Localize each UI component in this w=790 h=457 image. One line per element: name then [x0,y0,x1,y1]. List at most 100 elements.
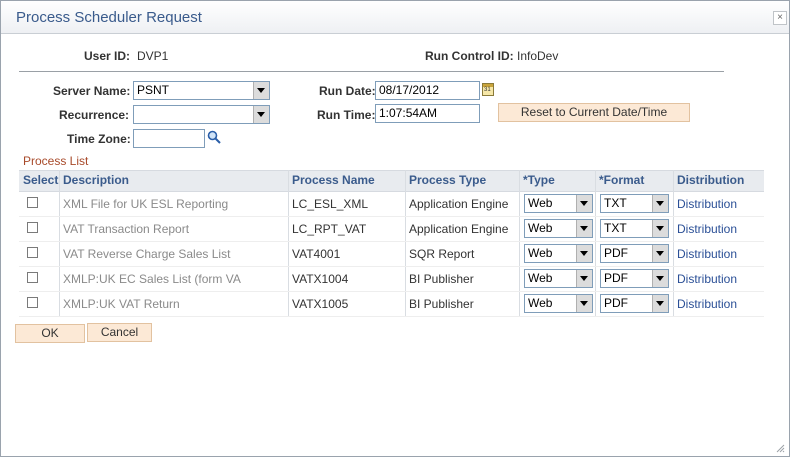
row-type-value: Web [528,296,553,310]
col-type: *Type [523,173,555,187]
col-description: Description [63,173,130,187]
cancel-button[interactable]: Cancel [87,323,152,342]
row-process-type: BI Publisher [409,297,474,311]
column-divider [405,170,406,316]
title-bar: Process Scheduler Request × [1,1,789,34]
grid-header [19,170,764,192]
row-process-type: BI Publisher [409,272,474,286]
row-description: VAT Reverse Charge Sales List [63,247,231,261]
column-divider [673,170,674,316]
col-format: *Format [599,173,645,187]
row-process-name: VATX1004 [292,272,349,286]
row-type-select[interactable]: Web [524,269,593,288]
row-select-checkbox[interactable] [27,297,38,308]
calendar-icon[interactable] [482,83,494,96]
row-process-name: VATX1005 [292,297,349,311]
row-description: VAT Transaction Report [63,222,190,236]
row-divider [19,216,764,217]
time-zone-input[interactable] [133,129,205,148]
close-icon[interactable]: × [773,11,787,25]
run-control-label: Run Control ID: [425,49,514,63]
row-description: XMLP:UK VAT Return [63,297,180,311]
row-process-name: VAT4001 [292,247,341,261]
row-divider [19,291,764,292]
run-time-label: Run Time: [317,108,376,122]
col-process-type: Process Type [409,173,487,187]
user-id-value: DVP1 [137,49,169,63]
chevron-down-icon[interactable] [652,270,668,287]
header-divider [19,71,724,72]
chevron-down-icon[interactable] [652,195,668,212]
row-divider [19,316,764,317]
row-type-value: Web [528,271,553,285]
col-select: Select [23,173,59,187]
row-distribution-link[interactable]: Distribution [677,297,737,311]
row-format-value: PDF [604,246,628,260]
run-date-label: Run Date: [319,84,376,98]
chevron-down-icon[interactable] [576,295,592,312]
reset-datetime-button[interactable]: Reset to Current Date/Time [498,103,690,122]
chevron-down-icon[interactable] [652,245,668,262]
run-date-input[interactable]: 08/17/2012 [375,81,480,100]
row-type-select[interactable]: Web [524,244,593,263]
server-name-select[interactable]: PSNT [133,81,270,100]
chevron-down-icon[interactable] [253,82,269,99]
row-select-checkbox[interactable] [27,222,38,233]
row-process-type: Application Engine [409,197,509,211]
row-select-checkbox[interactable] [27,247,38,258]
row-process-name: LC_ESL_XML [292,197,369,211]
row-format-select[interactable]: TXT [600,219,669,238]
chevron-down-icon[interactable] [576,245,592,262]
row-process-type: Application Engine [409,222,509,236]
run-control-value: InfoDev [517,49,559,63]
row-divider [19,266,764,267]
column-divider [519,170,520,316]
chevron-down-icon[interactable] [576,270,592,287]
process-list-title: Process List [23,154,89,168]
row-distribution-link[interactable]: Distribution [677,272,737,286]
col-distribution: Distribution [677,173,745,187]
row-type-select[interactable]: Web [524,219,593,238]
user-id-label: User ID: [84,49,131,63]
row-description: XMLP:UK EC Sales List (form VA [63,272,241,286]
row-format-select[interactable]: PDF [600,294,669,313]
col-process-name: Process Name [292,173,375,187]
server-name-label: Server Name: [53,84,131,98]
recurrence-label: Recurrence: [59,108,130,122]
chevron-down-icon[interactable] [576,220,592,237]
row-distribution-link[interactable]: Distribution [677,197,737,211]
chevron-down-icon[interactable] [253,106,269,123]
run-time-input[interactable]: 1:07:54AM [375,104,480,123]
row-format-select[interactable]: PDF [600,244,669,263]
time-zone-label: Time Zone: [67,132,131,146]
row-type-select[interactable]: Web [524,194,593,213]
server-name-value: PSNT [137,83,170,97]
chevron-down-icon[interactable] [652,220,668,237]
row-type-value: Web [528,221,553,235]
chevron-down-icon[interactable] [576,195,592,212]
row-format-value: TXT [604,196,627,210]
row-format-value: PDF [604,296,628,310]
row-process-type: SQR Report [409,247,475,261]
row-format-select[interactable]: PDF [600,269,669,288]
row-distribution-link[interactable]: Distribution [677,222,737,236]
ok-button[interactable]: OK [15,324,85,343]
resize-grip-icon[interactable] [775,443,785,453]
row-format-value: TXT [604,221,627,235]
row-select-checkbox[interactable] [27,197,38,208]
row-type-value: Web [528,246,553,260]
lookup-search-icon[interactable] [207,130,221,144]
dialog-title: Process Scheduler Request [16,9,202,26]
row-description: XML File for UK ESL Reporting [63,197,229,211]
row-divider [19,241,764,242]
chevron-down-icon[interactable] [652,295,668,312]
row-format-value: PDF [604,271,628,285]
row-select-checkbox[interactable] [27,272,38,283]
row-type-select[interactable]: Web [524,294,593,313]
row-process-name: LC_RPT_VAT [292,222,367,236]
row-format-select[interactable]: TXT [600,194,669,213]
column-divider [595,170,596,316]
recurrence-select[interactable] [133,105,270,124]
row-distribution-link[interactable]: Distribution [677,247,737,261]
column-divider [288,170,289,316]
